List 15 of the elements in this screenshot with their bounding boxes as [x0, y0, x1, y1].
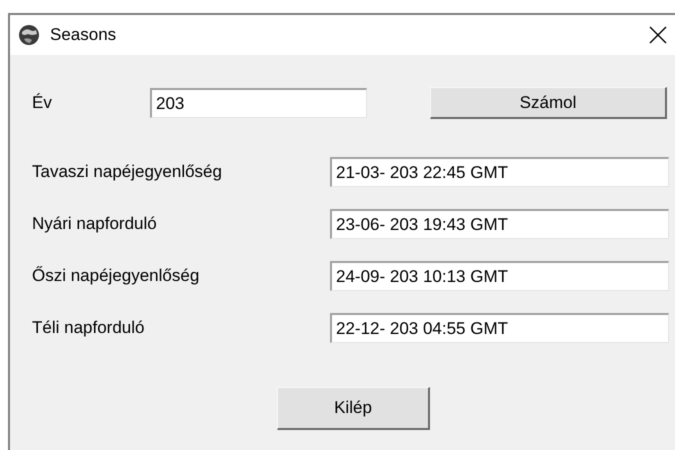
year-label: Év	[32, 93, 53, 113]
result-field[interactable]: 22-12- 203 04:55 GMT	[330, 313, 669, 343]
result-label: Őszi napéjegyenlőség	[32, 266, 200, 286]
result-label: Tavaszi napéjegyenlőség	[32, 162, 223, 182]
result-field[interactable]: 23-06- 203 19:43 GMT	[330, 209, 669, 239]
result-field[interactable]: 21-03- 203 22:45 GMT	[330, 157, 669, 187]
calculate-button[interactable]: Számol	[430, 87, 667, 119]
result-label: Téli napforduló	[32, 318, 146, 338]
exit-button[interactable]: Kilép	[277, 387, 430, 430]
globe-icon	[18, 24, 40, 46]
close-icon	[649, 26, 667, 44]
year-field[interactable]: 203	[150, 88, 367, 118]
window-title: Seasons	[50, 25, 116, 45]
result-field[interactable]: 24-09- 203 10:13 GMT	[330, 261, 669, 291]
result-label: Nyári napforduló	[32, 214, 158, 234]
